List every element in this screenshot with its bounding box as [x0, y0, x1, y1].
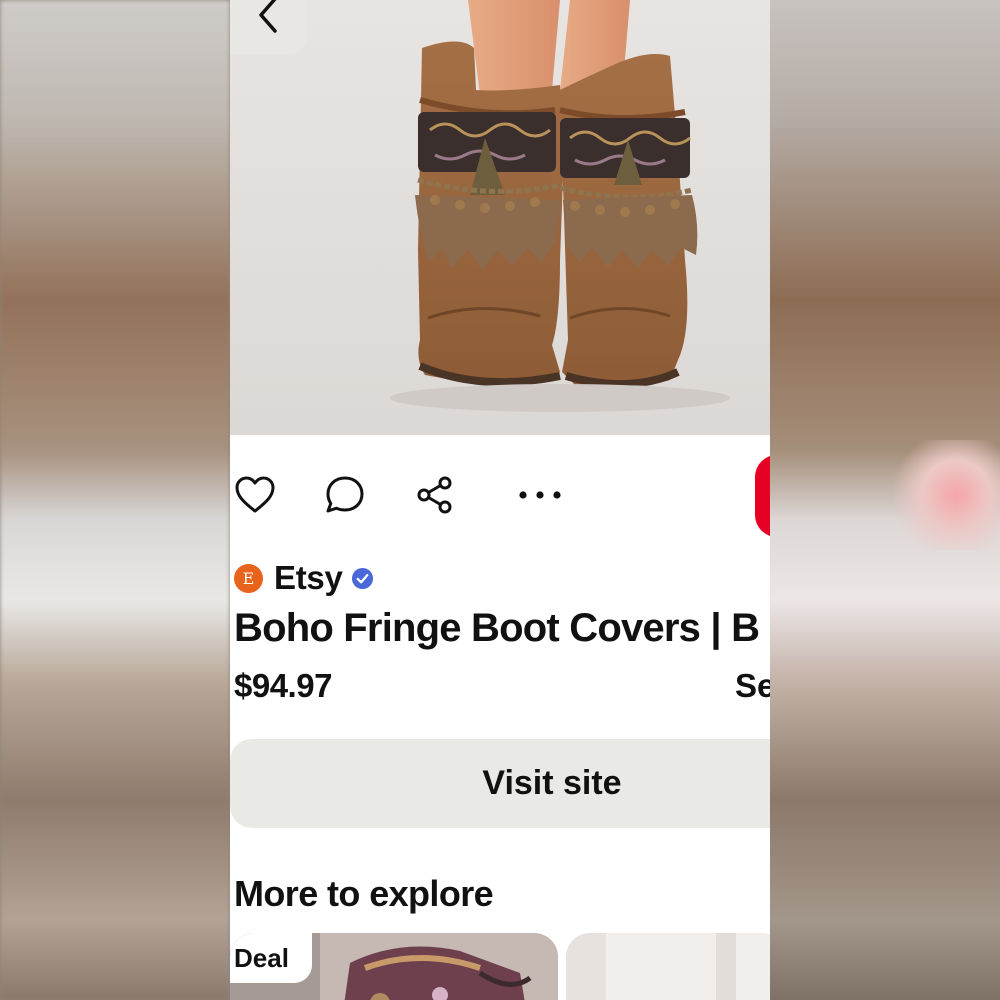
visit-site-button[interactable]: Visit site [230, 739, 770, 828]
share-button[interactable] [410, 470, 460, 520]
comment-button[interactable] [320, 470, 370, 520]
pin-actions-bar [230, 470, 770, 525]
backdrop-left [0, 0, 230, 1000]
pin-title: Boho Fringe Boot Covers | B [234, 606, 760, 650]
source-name[interactable]: Etsy [274, 559, 343, 597]
explore-card[interactable] [566, 933, 770, 1000]
pin-image[interactable] [230, 0, 770, 435]
pin-detail-screen: E Etsy Boho Fringe Boot Covers | B $94.9… [230, 0, 770, 1000]
explore-card[interactable]: Deal [230, 933, 558, 1000]
chevron-left-icon [259, 0, 277, 33]
verified-badge-icon [351, 567, 373, 589]
pin-source[interactable]: E Etsy [234, 558, 374, 598]
comment-icon [326, 476, 364, 513]
save-button[interactable] [755, 455, 770, 537]
heart-icon [235, 476, 275, 513]
see-more-link[interactable]: Se [735, 667, 770, 705]
deal-badge: Deal [230, 933, 312, 983]
more-icon [519, 491, 561, 499]
back-button[interactable] [230, 0, 306, 54]
like-button[interactable] [230, 470, 280, 520]
explore-card-image [566, 933, 770, 1000]
source-avatar[interactable]: E [234, 563, 263, 593]
share-icon [417, 476, 452, 514]
backdrop-red-glow [890, 440, 1000, 550]
boots-illustration [230, 0, 770, 435]
more-options-button[interactable] [515, 470, 565, 520]
visit-site-label: Visit site [482, 764, 622, 802]
pin-price: $94.97 [234, 667, 332, 704]
more-to-explore-heading: More to explore [234, 873, 494, 914]
